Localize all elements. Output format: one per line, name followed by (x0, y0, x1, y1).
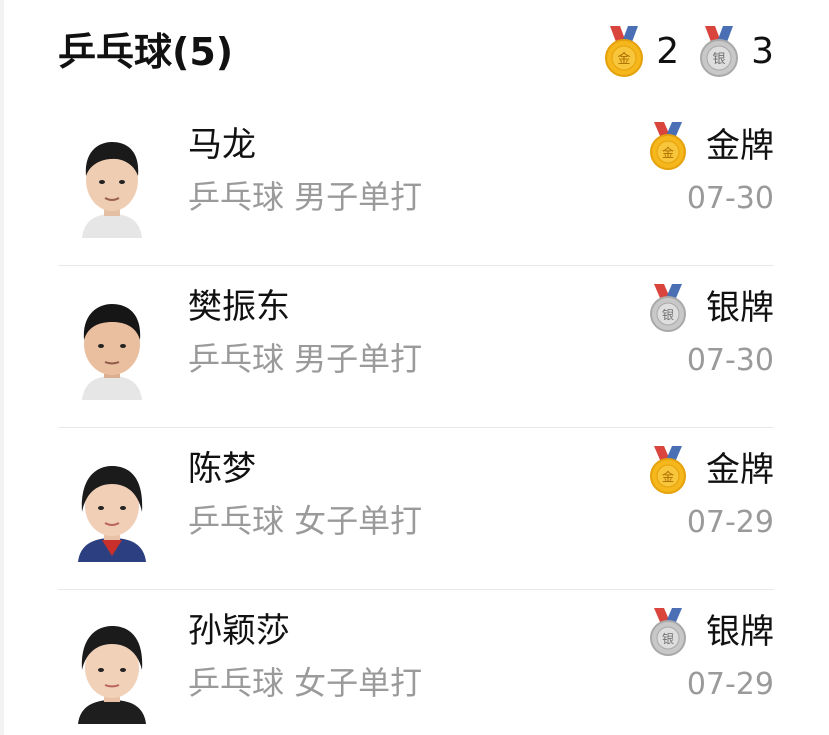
medal-header: 乒乓球(5) 金 2 银 3 (58, 0, 774, 100)
award: 金 金牌 (648, 120, 774, 172)
event-label: 乒乓球 女子单打 (188, 664, 423, 702)
gold-medal-icon: 金 (650, 446, 686, 494)
list-item[interactable]: 陈梦 乒乓球 女子单打 金 金牌 07-29 (58, 428, 774, 590)
left-edge-divider (0, 0, 4, 735)
athlete-name: 樊振东 (188, 287, 290, 327)
event-label: 乒乓球 女子单打 (188, 502, 423, 540)
award-label: 金牌 (706, 450, 774, 490)
silver-medal-icon: 银 (650, 284, 686, 332)
award-date: 07-30 (686, 181, 774, 216)
athlete-avatar (82, 142, 142, 238)
gold-medal-mark: 金 (662, 145, 674, 160)
award-date: 07-29 (686, 667, 774, 702)
athlete-name: 马龙 (188, 125, 256, 165)
athlete-avatar (78, 626, 146, 724)
gold-count: 2 (656, 31, 680, 72)
list-item[interactable]: 孙颖莎 乒乓球 女子单打 银 银牌 07-29 (58, 590, 774, 735)
athlete-name: 孙颖莎 (188, 611, 290, 651)
event-label: 乒乓球 男子单打 (188, 178, 423, 216)
gold-medal-icon: 金 (650, 122, 686, 170)
silver-medal-mark: 银 (662, 632, 674, 646)
gold-medal-mark: 金 (662, 469, 674, 484)
silver-count: 3 (751, 31, 774, 72)
event-label: 乒乓球 男子单打 (188, 340, 423, 378)
athlete-avatar (78, 466, 146, 562)
medal-tally: 金 2 银 3 (604, 24, 774, 80)
sport-title: 乒乓球(5) (58, 30, 234, 74)
silver-medal-mark: 银 (662, 308, 674, 322)
athlete-name: 陈梦 (188, 449, 256, 489)
silver-medal-icon: 银 (650, 608, 686, 656)
athlete-avatar (82, 304, 142, 400)
silver-medal-mark: 银 (713, 52, 726, 67)
gold-medal-icon: 金 (605, 26, 644, 77)
award-label: 金牌 (706, 126, 774, 166)
award: 银 银牌 (648, 282, 774, 334)
award-date: 07-30 (686, 343, 774, 378)
gold-medal-mark: 金 (618, 51, 631, 67)
award-date: 07-29 (686, 505, 774, 540)
award: 金 金牌 (648, 444, 774, 496)
silver-medal-icon: 银 (700, 26, 739, 77)
list-item[interactable]: 马龙 乒乓球 男子单打 金 金牌 07-30 (58, 104, 774, 266)
award-label: 银牌 (706, 288, 774, 328)
award: 银 银牌 (648, 606, 774, 658)
list-item[interactable]: 樊振东 乒乓球 男子单打 银 银牌 07-30 (58, 266, 774, 428)
award-label: 银牌 (706, 612, 774, 652)
